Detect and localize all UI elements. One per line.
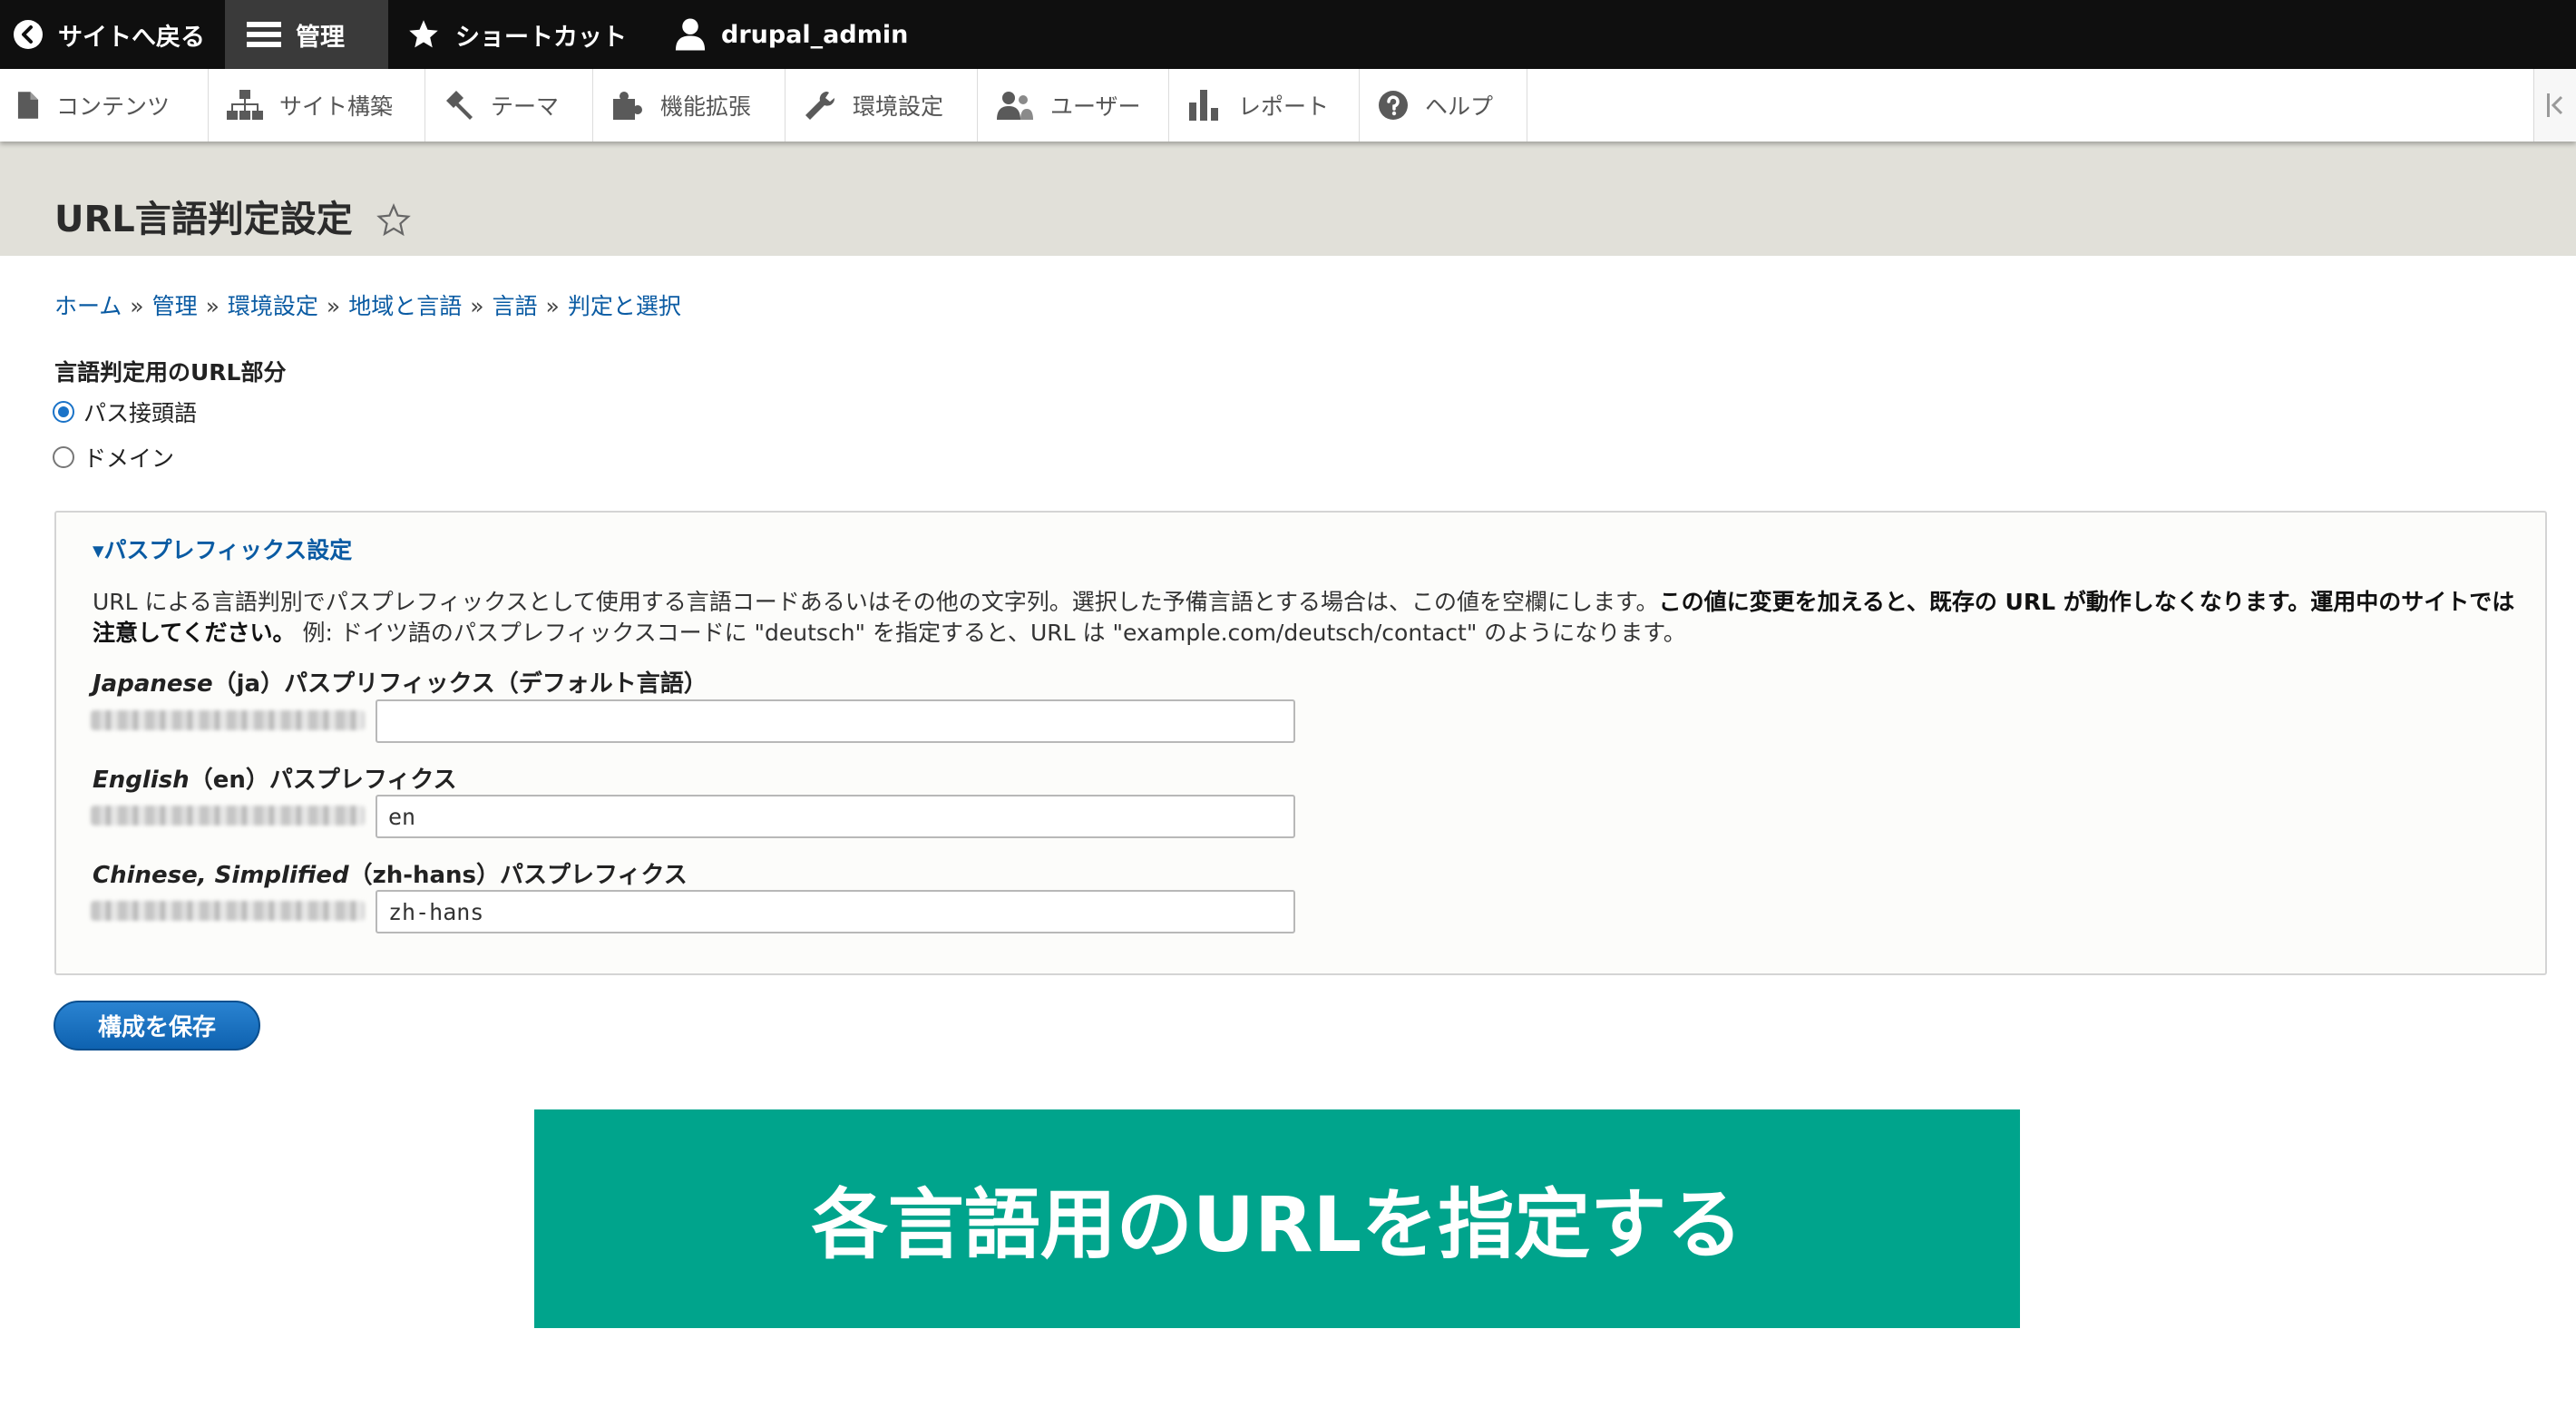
prefix-input-zh-hans[interactable] bbox=[376, 890, 1295, 933]
tray-item-content[interactable]: コンテンツ bbox=[0, 69, 209, 142]
shortcuts-label: ショートカット bbox=[455, 23, 627, 52]
user-label: drupal_admin bbox=[721, 20, 909, 49]
sitemap-icon bbox=[227, 90, 263, 121]
prefix-label-zh-hans: Chinese, Simplified（zh-hans）パスプレフィクス bbox=[93, 862, 688, 889]
radio-path-prefix[interactable]: パス接頭語 bbox=[53, 396, 197, 428]
tray-item-reports[interactable]: レポート bbox=[1169, 69, 1360, 142]
save-configuration-button[interactable]: 構成を保存 bbox=[54, 1001, 260, 1051]
caption-banner: 各言語用のURLを指定する bbox=[534, 1109, 2020, 1328]
tray-item-extend-label: 機能拡張 bbox=[660, 93, 752, 120]
admin-tray: コンテンツ サイト構築 テーマ 機能拡張 環境設定 ユーザー レポート ヘルプ bbox=[0, 69, 2576, 142]
description-example: 例: ドイツ語のパスプレフィックスコードに "deutsch" を指定すると、U… bbox=[295, 620, 1686, 646]
file-icon bbox=[16, 91, 40, 120]
page-title: URL言語判定設定 bbox=[54, 199, 353, 240]
paintbrush-icon bbox=[444, 90, 474, 121]
url-part-label: 言語判定用のURL部分 bbox=[54, 359, 287, 386]
back-to-site-label: サイトへ戻る bbox=[58, 23, 205, 52]
breadcrumb-link-detection[interactable]: 判定と選択 bbox=[568, 293, 681, 319]
radio-domain[interactable]: ドメイン bbox=[53, 441, 174, 474]
tray-item-structure[interactable]: サイト構築 bbox=[209, 69, 425, 142]
tray-item-reports-label: レポート bbox=[1238, 93, 1330, 120]
radio-button-unchecked[interactable] bbox=[53, 446, 74, 468]
breadcrumb: ホーム» 管理» 環境設定» 地域と言語» 言語» 判定と選択 bbox=[54, 293, 681, 319]
help-icon bbox=[1378, 90, 1409, 121]
breadcrumb-link-home[interactable]: ホーム bbox=[54, 293, 122, 319]
tray-item-content-label: コンテンツ bbox=[56, 93, 171, 120]
tray-item-help-label: ヘルプ bbox=[1425, 93, 1494, 120]
prefix-input-en[interactable] bbox=[376, 795, 1295, 838]
breadcrumb-link-admin[interactable]: 管理 bbox=[152, 293, 198, 319]
tray-item-people-label: ユーザー bbox=[1050, 93, 1141, 120]
breadcrumb-link-language[interactable]: 言語 bbox=[493, 293, 538, 319]
blurred-url-prefix bbox=[91, 901, 365, 921]
page-header: URL言語判定設定 bbox=[0, 142, 2576, 256]
tray-item-structure-label: サイト構築 bbox=[279, 93, 394, 120]
collapse-left-icon bbox=[2545, 92, 2565, 119]
tray-orientation-toggle[interactable] bbox=[2533, 69, 2576, 142]
breadcrumb-link-regional[interactable]: 地域と言語 bbox=[348, 293, 462, 319]
radio-path-prefix-label: パス接頭語 bbox=[83, 400, 198, 426]
tray-item-configuration-label: 環境設定 bbox=[853, 93, 944, 120]
blurred-url-prefix bbox=[91, 710, 365, 730]
breadcrumb-link-config[interactable]: 環境設定 bbox=[228, 293, 318, 319]
star-icon bbox=[406, 18, 441, 51]
tray-item-appearance-label: テーマ bbox=[491, 93, 560, 120]
puzzle-icon bbox=[611, 90, 644, 121]
back-to-site-link[interactable]: サイトへ戻る bbox=[0, 0, 225, 69]
path-prefix-legend[interactable]: ▾パスプレフィックス設定 bbox=[93, 533, 352, 565]
shortcuts-tab[interactable]: ショートカット bbox=[388, 0, 647, 69]
radio-domain-label: ドメイン bbox=[83, 445, 175, 472]
tray-item-appearance[interactable]: テーマ bbox=[425, 69, 593, 142]
description-text: URL による言語判別でパスプレフィックスとして使用する言語コードあるいはその他… bbox=[93, 589, 1659, 615]
tray-item-help[interactable]: ヘルプ bbox=[1360, 69, 1527, 142]
radio-button-checked[interactable] bbox=[53, 401, 74, 423]
prefix-input-ja[interactable] bbox=[376, 699, 1295, 743]
tray-item-people[interactable]: ユーザー bbox=[978, 69, 1169, 142]
path-prefix-description: URL による言語判別でパスプレフィックスとして使用する言語コードあるいはその他… bbox=[93, 587, 2523, 649]
bar-chart-icon bbox=[1189, 90, 1222, 121]
prefix-label-en: English（en）パスプレフィクス bbox=[93, 767, 457, 794]
tray-item-configuration[interactable]: 環境設定 bbox=[785, 69, 978, 142]
admin-toolbar: サイトへ戻る 管理 ショートカット drupal_admin bbox=[0, 0, 2576, 69]
prefix-label-ja: Japanese（ja）パスプリフィックス（デフォルト言語） bbox=[93, 670, 707, 698]
hamburger-menu-icon bbox=[247, 19, 281, 50]
add-shortcut-star-icon[interactable] bbox=[376, 203, 412, 238]
user-tab[interactable]: drupal_admin bbox=[647, 0, 928, 69]
path-prefix-fieldset: ▾パスプレフィックス設定 URL による言語判別でパスプレフィックスとして使用す… bbox=[54, 511, 2547, 975]
user-icon bbox=[674, 17, 707, 52]
manage-label: 管理 bbox=[296, 23, 345, 52]
chevron-left-circle-icon bbox=[13, 19, 44, 50]
blurred-url-prefix bbox=[91, 806, 365, 826]
people-icon bbox=[996, 90, 1034, 121]
caption-banner-text: 各言語用のURLを指定する bbox=[811, 1180, 1743, 1269]
wrench-icon bbox=[804, 90, 836, 121]
tray-item-extend[interactable]: 機能拡張 bbox=[593, 69, 785, 142]
manage-tab[interactable]: 管理 bbox=[225, 0, 388, 69]
